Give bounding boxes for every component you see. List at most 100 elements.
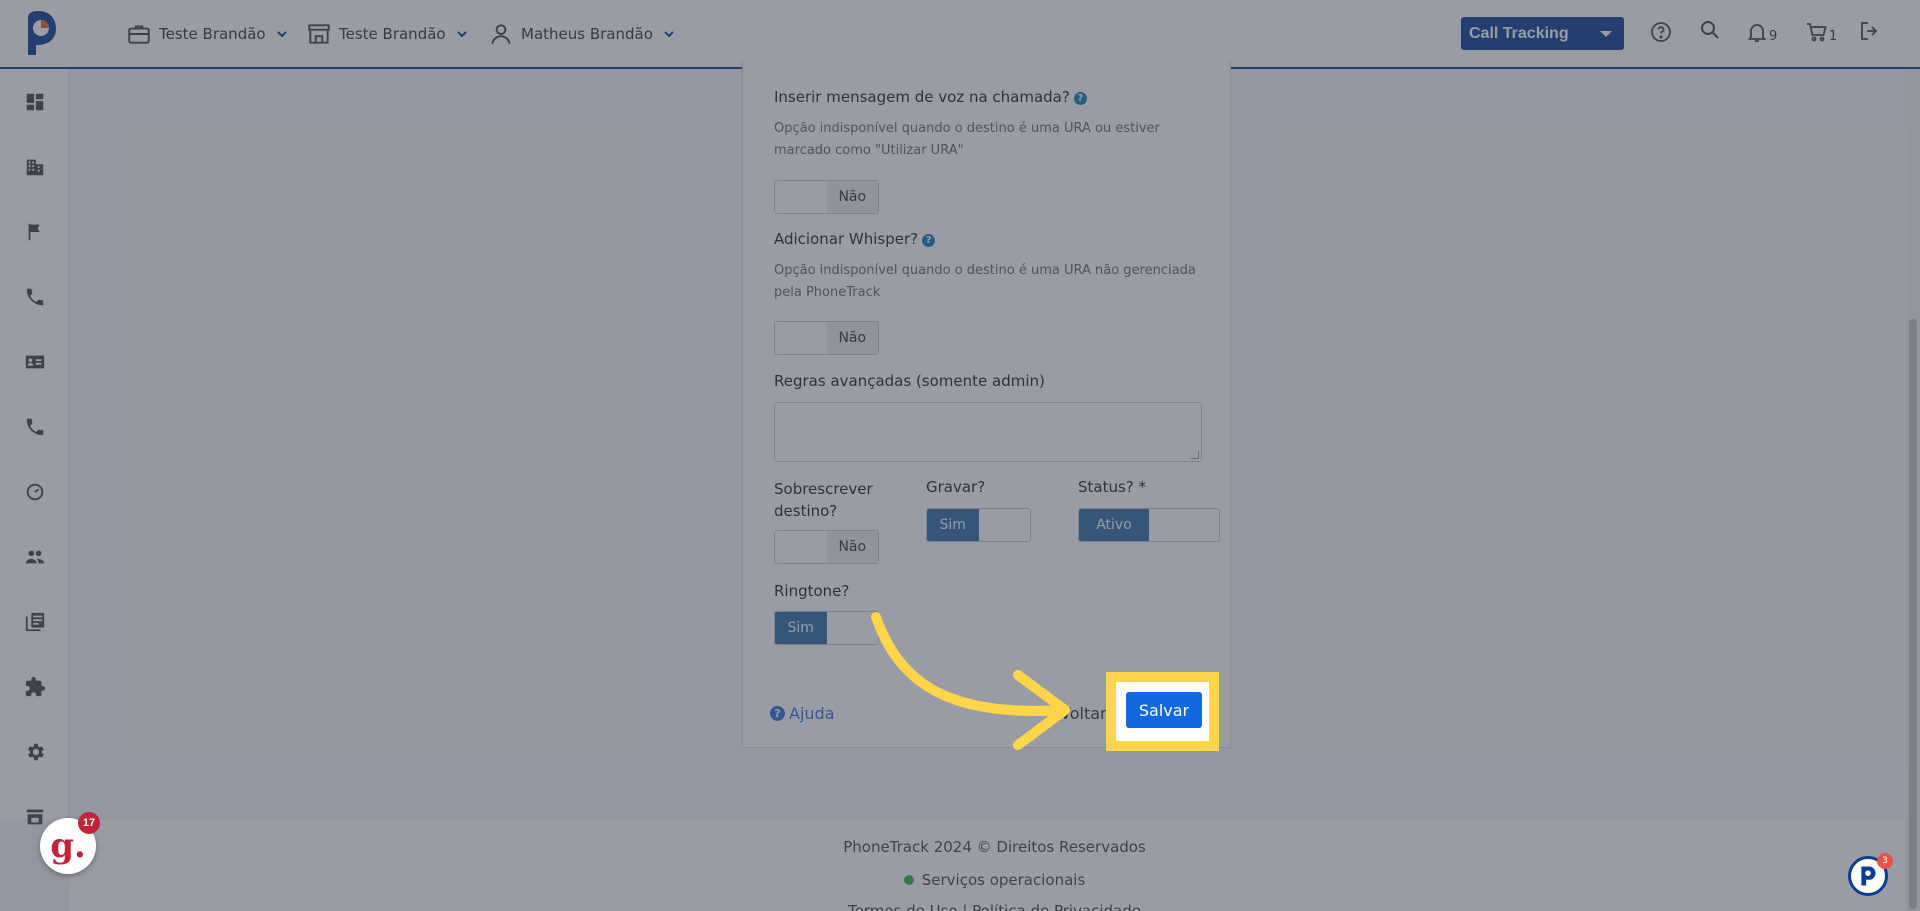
sidebar-item-reports[interactable] (24, 611, 46, 633)
sidebar-item-telephony[interactable] (24, 416, 46, 438)
help-circle-icon: ? (770, 706, 785, 721)
status-label: Status? * (1078, 478, 1147, 496)
status-toggle[interactable]: Ativo (1078, 508, 1220, 542)
cart-count: 1 (1829, 29, 1838, 44)
dashboard-icon (26, 93, 44, 111)
help-button[interactable] (1649, 20, 1673, 44)
top-bar: Teste Brandão Teste Brandão Matheus Bran… (0, 0, 1920, 69)
chat-widget-button[interactable]: 3 (1848, 853, 1893, 896)
scrollbar-thumb[interactable] (1909, 319, 1917, 909)
toggle-off-segment (1149, 509, 1219, 541)
help-icon[interactable]: ? (1073, 92, 1087, 105)
flag-icon (28, 223, 40, 241)
whisper-label-text: Adicionar Whisper? (774, 230, 919, 248)
toggle-value: Não (826, 531, 878, 563)
toggle-value: Sim (927, 509, 979, 541)
account-name: Teste Brandão (159, 24, 266, 43)
tutorial-arrow-icon (871, 612, 1070, 750)
help-link-text: Ajuda (789, 704, 835, 723)
briefcase-icon (128, 24, 150, 44)
resize-grip-icon[interactable] (1191, 451, 1199, 459)
voice-message-label-text: Inserir mensagem de voz na chamada? (774, 88, 1070, 106)
toggle-value: Não (826, 181, 878, 213)
search-icon (1701, 21, 1719, 39)
help-icon[interactable]: ? (922, 234, 936, 247)
advanced-rules-textarea[interactable] (774, 402, 1202, 462)
puzzle-icon (25, 676, 46, 697)
search-button[interactable] (1698, 18, 1722, 42)
store-selector[interactable]: Teste Brandão (306, 0, 469, 67)
toggle-off-segment (978, 509, 1030, 541)
sidebar-item-companies[interactable] (24, 156, 46, 178)
speed-icon (26, 483, 44, 501)
product-select[interactable]: Call Tracking (1461, 17, 1624, 50)
building-icon (26, 159, 44, 176)
sidebar-item-campaigns[interactable] (24, 221, 46, 243)
library-icon (25, 612, 45, 632)
overwrite-toggle[interactable]: Não (774, 530, 879, 564)
voice-message-label: Inserir mensagem de voz na chamada?? (774, 88, 1087, 106)
users-icon (25, 550, 45, 564)
notifications-count: 9 (1769, 29, 1778, 44)
sidebar-item-dashboard[interactable] (24, 91, 46, 113)
help-circle-icon (1651, 22, 1671, 42)
help-link[interactable]: ? Ajuda (770, 704, 835, 723)
g-widget-count: 17 (78, 812, 100, 834)
notifications-button[interactable]: 9 (1745, 20, 1777, 44)
footer: PhoneTrack 2024 © Direitos Reservados Se… (69, 820, 1920, 911)
user-icon (491, 23, 511, 44)
toggle-off-segment (775, 181, 827, 213)
advanced-rules-label: Regras avançadas (somente admin) (774, 372, 1045, 390)
sidebar (0, 69, 69, 825)
toggle-value: Ativo (1079, 509, 1149, 541)
save-button[interactable]: Salvar (1126, 692, 1202, 728)
logout-button[interactable] (1858, 19, 1882, 43)
service-status-text: Serviços operacionais (921, 871, 1086, 889)
toggle-off-segment (775, 322, 827, 354)
toggle-value: Não (826, 322, 878, 354)
phone-icon (26, 418, 44, 436)
store-icon (26, 809, 44, 825)
sidebar-item-ura[interactable] (24, 481, 46, 503)
service-status: Serviços operacionais (69, 871, 1920, 889)
record-toggle[interactable]: Sim (926, 508, 1031, 542)
caret-down-icon (1600, 31, 1612, 37)
g-widget-button[interactable]: g. 17 (40, 812, 100, 874)
voice-message-toggle[interactable]: Não (774, 180, 879, 214)
phonetrack-logo[interactable] (22, 11, 58, 57)
chat-widget-count: 3 (1877, 853, 1893, 869)
contact-card-icon (25, 355, 45, 369)
footer-links[interactable]: Termos de Uso | Política de Privacidade (69, 902, 1920, 911)
chevron-down-icon (664, 30, 674, 37)
record-label: Gravar? (926, 478, 986, 496)
whisper-toggle[interactable]: Não (774, 321, 879, 355)
account-selector[interactable]: Teste Brandão (126, 0, 289, 67)
phone-icon (26, 288, 44, 306)
sidebar-item-integrations[interactable] (24, 676, 46, 698)
chevron-down-icon (456, 30, 467, 37)
whisper-desc: Opção indisponível quando o destino é um… (774, 263, 1196, 300)
cart-icon (1807, 23, 1827, 42)
user-name: Matheus Brandão (521, 24, 653, 43)
chevron-down-icon (276, 30, 287, 37)
sidebar-item-store[interactable] (24, 806, 46, 828)
store-name: Teste Brandão (339, 24, 446, 43)
store-icon (308, 23, 330, 44)
sidebar-item-users[interactable] (24, 546, 46, 568)
cart-button[interactable]: 1 (1805, 20, 1837, 44)
user-selector[interactable]: Matheus Brandão (488, 0, 676, 67)
status-dot-icon (903, 875, 914, 885)
sidebar-item-contacts[interactable] (24, 351, 46, 373)
gear-icon (28, 743, 44, 761)
sidebar-item-calls[interactable] (24, 286, 46, 308)
bell-icon (1747, 24, 1767, 42)
sidebar-item-settings[interactable] (24, 741, 46, 763)
scrollbar[interactable] (1906, 69, 1920, 911)
voice-message-desc: Opção indisponível quando o destino é um… (774, 121, 1160, 158)
whisper-label: Adicionar Whisper?? (774, 230, 936, 248)
logout-icon (1861, 22, 1878, 40)
toggle-off-segment (775, 531, 827, 563)
footer-copyright: PhoneTrack 2024 © Direitos Reservados (843, 838, 1146, 856)
toggle-value: Sim (775, 612, 827, 644)
product-select-value: Call Tracking (1469, 24, 1569, 42)
